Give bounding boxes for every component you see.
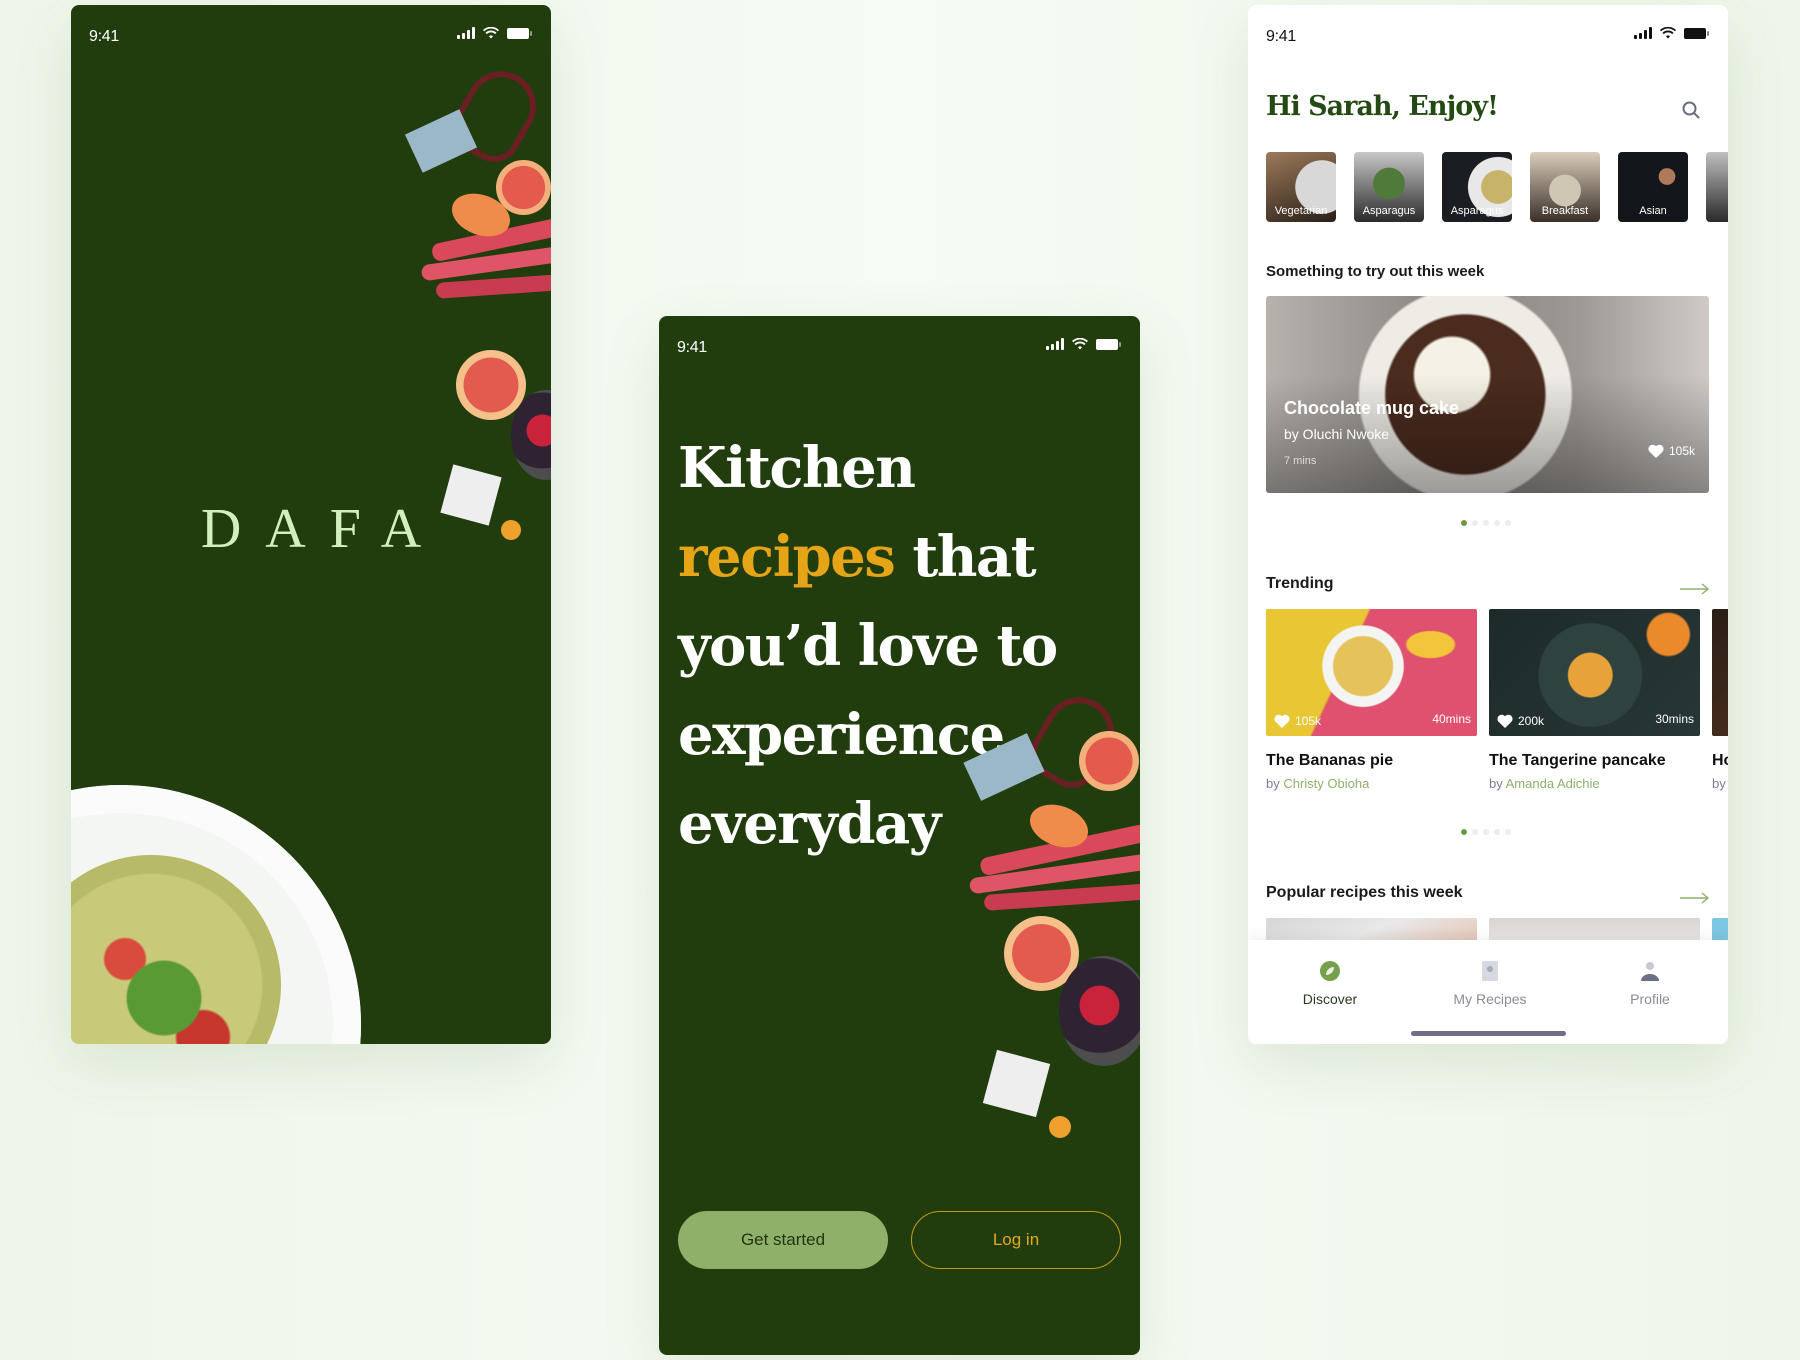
trending-see-all-arrow-icon[interactable] [1680, 583, 1710, 595]
trending-likes: 105k [1274, 714, 1321, 728]
discover-screen: 9:41 Hi Sarah, Enjoy! Vegetarian Asparag… [1248, 5, 1728, 1044]
trending-time: 40mins [1432, 712, 1471, 726]
pagination-dot[interactable] [1505, 520, 1511, 526]
profile-icon [1641, 962, 1659, 981]
status-time: 9:41 [677, 339, 707, 356]
category-label: Asparagus [1362, 205, 1416, 217]
pasta-plate-image [71, 785, 361, 1044]
wifi-icon [1660, 27, 1676, 39]
nav-profile[interactable]: Profile [1590, 960, 1710, 1007]
battery-icon [1096, 338, 1121, 350]
trending-recipe-card[interactable]: Ho by [1712, 609, 1728, 791]
featured-author: by Oluchi Nwoke [1284, 426, 1390, 442]
trending-author-line: by [1712, 776, 1726, 791]
category-chip[interactable]: Asparagus [1354, 152, 1424, 222]
pagination-dot[interactable] [1494, 829, 1500, 835]
category-chip[interactable]: B [1706, 152, 1728, 222]
trending-time: 30mins [1655, 712, 1694, 726]
signal-icon [457, 27, 475, 39]
headline-accent: recipes [678, 524, 896, 590]
wifi-icon [483, 27, 499, 39]
status-bar: 9:41 [1248, 5, 1728, 65]
status-bar: 9:41 [659, 316, 1140, 376]
pagination-dot[interactable] [1483, 829, 1489, 835]
trending-recipe-card[interactable]: 200k 30mins The Tangerine pancake by Ama… [1489, 609, 1700, 791]
recipe-image: 200k 30mins [1489, 609, 1700, 736]
pagination-dot[interactable] [1483, 520, 1489, 526]
category-label: Asian [1639, 205, 1667, 217]
heart-icon [1497, 714, 1513, 728]
featured-section-title: Something to try out this week [1266, 263, 1485, 280]
onboarding-screen: 9:41 Kitchen recipes that you’d love to … [659, 316, 1140, 1355]
trending-author[interactable]: Amanda Adichie [1506, 776, 1600, 791]
headline-line-2: that [894, 524, 1036, 590]
trending-section-title: Trending [1266, 575, 1334, 592]
heart-icon [1648, 444, 1664, 458]
heart-icon [1274, 714, 1290, 728]
search-icon[interactable] [1682, 101, 1700, 119]
popular-section-title: Popular recipes this week [1266, 884, 1463, 901]
status-time: 9:41 [1266, 28, 1296, 45]
recipe-book-icon [1482, 961, 1498, 981]
trending-author-line: by Christy Obioha [1266, 776, 1370, 791]
category-label: Vegetarian [1274, 205, 1328, 217]
nav-my-recipes[interactable]: My Recipes [1430, 960, 1550, 1007]
category-chip[interactable]: Breakfast [1530, 152, 1600, 222]
trending-likes: 200k [1497, 714, 1544, 728]
signal-icon [1046, 338, 1064, 350]
pagination-dot[interactable] [1494, 520, 1500, 526]
produce-collage-image [949, 676, 1140, 1156]
wifi-icon [1072, 338, 1088, 350]
get-started-button[interactable]: Get started [678, 1211, 888, 1269]
pagination-dot[interactable] [1472, 829, 1478, 835]
home-indicator [1411, 1031, 1566, 1036]
category-chip[interactable]: Asparagus [1442, 152, 1512, 222]
status-time: 9:41 [89, 28, 119, 45]
category-chip[interactable]: Asian [1618, 152, 1688, 222]
compass-leaf-icon [1320, 961, 1340, 981]
featured-duration: 7 mins [1284, 455, 1317, 467]
pagination-dot[interactable] [1461, 829, 1467, 835]
signal-icon [1634, 27, 1652, 39]
dafa-logo: DAFA [200, 498, 446, 560]
trending-author-line: by Amanda Adichie [1489, 776, 1600, 791]
category-label: Asparagus [1450, 205, 1504, 217]
pagination-dot[interactable] [1461, 520, 1467, 526]
trending-title: Ho [1712, 752, 1728, 769]
category-label: Breakfast [1541, 205, 1589, 217]
trending-title: The Bananas pie [1266, 752, 1394, 769]
featured-likes[interactable]: 105k [1648, 444, 1695, 458]
battery-icon [1684, 27, 1709, 39]
battery-icon [507, 27, 532, 39]
headline-line-1: Kitchen [678, 435, 916, 501]
nav-label: Discover [1302, 991, 1358, 1007]
greeting-title: Hi Sarah, Enjoy! [1266, 91, 1499, 122]
category-label: B [1706, 205, 1728, 217]
category-list: Vegetarian Asparagus Asparagus Breakfast… [1266, 152, 1728, 222]
trending-pagination-dots [1461, 829, 1511, 835]
login-button[interactable]: Log in [911, 1211, 1121, 1269]
nav-discover[interactable]: Discover [1270, 960, 1390, 1007]
category-chip[interactable]: Vegetarian [1266, 152, 1336, 222]
trending-title: The Tangerine pancake [1489, 752, 1666, 769]
pagination-dot[interactable] [1505, 829, 1511, 835]
splash-screen: 9:41 DAFA [71, 5, 551, 1044]
featured-pagination-dots [1461, 520, 1511, 526]
bottom-nav: Discover My Recipes Profile [1248, 940, 1728, 1044]
trending-recipe-card[interactable]: 105k 40mins The Bananas pie by Christy O… [1266, 609, 1477, 791]
recipe-image: 105k 40mins [1266, 609, 1477, 736]
popular-see-all-arrow-icon[interactable] [1680, 892, 1710, 904]
trending-author[interactable]: Christy Obioha [1283, 776, 1369, 791]
featured-recipe-card[interactable]: Chocolate mug cake by Oluchi Nwoke 7 min… [1266, 296, 1709, 493]
produce-collage-image [404, 50, 551, 540]
featured-likes-count: 105k [1668, 444, 1695, 458]
nav-label: My Recipes [1453, 991, 1527, 1007]
recipe-image [1712, 609, 1728, 736]
featured-title: Chocolate mug cake [1284, 398, 1460, 418]
pagination-dot[interactable] [1472, 520, 1478, 526]
nav-label: Profile [1630, 991, 1670, 1007]
